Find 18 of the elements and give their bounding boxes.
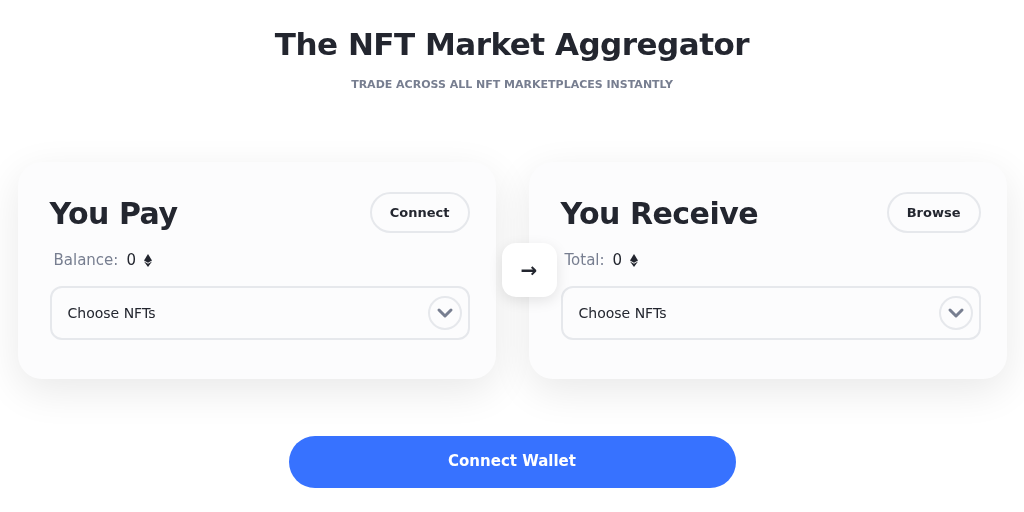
amount-label: Balance: [53, 250, 119, 272]
panel-button[interactable]: Connect [369, 191, 470, 234]
swap-button[interactable]: → [501, 242, 557, 297]
chevron-down-icon [938, 295, 973, 330]
amount-label: Total: [564, 250, 605, 272]
page-title: The NFT Market Aggregator [274, 26, 750, 64]
ethereum-icon [630, 253, 639, 267]
nft-select[interactable]: Choose NFTs [49, 285, 470, 340]
amount-value: 0 [612, 250, 623, 272]
panel-title: You Pay [49, 195, 178, 232]
page-subtitle: TRADE ACROSS ALL NFT MARKETPLACES INSTANTLY [351, 77, 673, 94]
amount-value: 0 [126, 250, 136, 272]
ethereum-icon [143, 253, 152, 267]
nft-select[interactable]: Choose NFTs [560, 285, 981, 340]
panel-button[interactable]: Browse [886, 191, 981, 234]
connect-wallet-button[interactable]: Connect Wallet [288, 435, 736, 488]
chevron-down-icon [427, 295, 462, 330]
panel-title: You Receive [560, 195, 759, 232]
